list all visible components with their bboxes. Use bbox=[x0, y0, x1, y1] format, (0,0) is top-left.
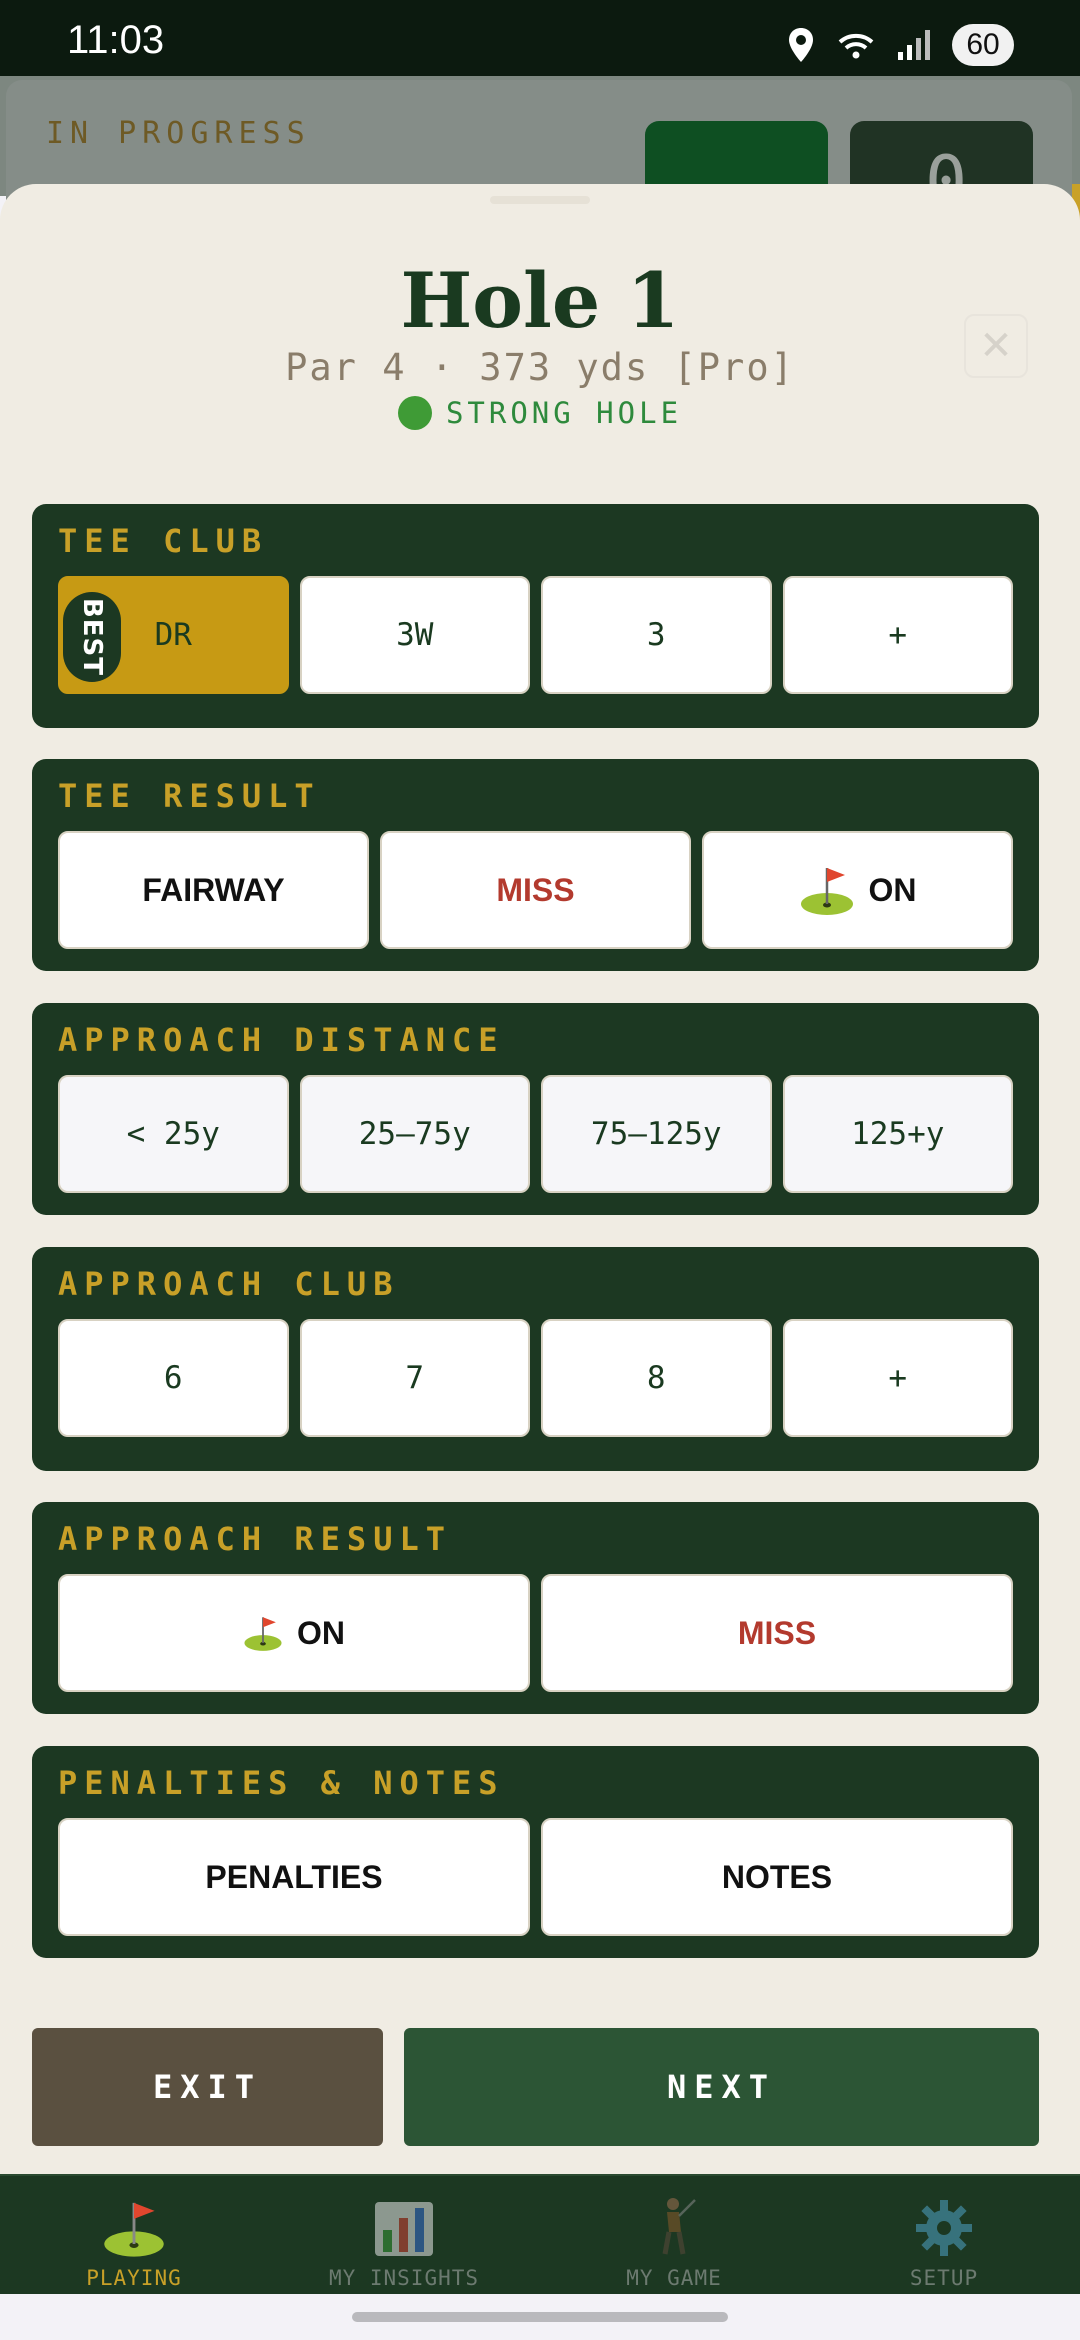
exit-button[interactable]: EXIT bbox=[32, 2028, 383, 2146]
tee-result-miss[interactable]: MISS bbox=[380, 831, 691, 949]
approach-result-section: APPROACH RESULT ON MISS bbox=[32, 1502, 1039, 1714]
option-label: 125+y bbox=[851, 1116, 945, 1152]
nav-item-my-game[interactable]: MY GAME bbox=[574, 2194, 774, 2290]
hole-sheet: ✕ Hole 1 Par 4 · 373 yds [Pro] STRONG HO… bbox=[0, 184, 1080, 2194]
option-label: 3 bbox=[646, 617, 666, 653]
approach-result-miss[interactable]: MISS bbox=[541, 1574, 1013, 1692]
penalties-notes-section: PENALTIES & NOTES PENALTIES NOTES bbox=[32, 1746, 1039, 1958]
approach-club-option-add[interactable]: + bbox=[782, 1319, 1013, 1437]
option-label: 8 bbox=[646, 1360, 666, 1396]
approach-distance-section: APPROACH DISTANCE < 25y 25–75y 75–125y 1… bbox=[32, 1003, 1039, 1215]
hole-subtitle: Par 4 · 373 yds [Pro] bbox=[285, 346, 795, 389]
tee-club-option-add[interactable]: + bbox=[782, 576, 1013, 694]
location-icon bbox=[789, 28, 813, 62]
nav-label: SETUP bbox=[909, 2266, 979, 2290]
golf-flag-icon bbox=[34, 2194, 234, 2258]
option-label: DR bbox=[154, 617, 192, 653]
hole-status: STRONG HOLE bbox=[0, 396, 1080, 430]
status-time: 11:03 bbox=[67, 18, 165, 62]
distance-option-125-plus[interactable]: 125+y bbox=[782, 1075, 1013, 1193]
tee-result-options: FAIRWAY MISS ON bbox=[58, 831, 1013, 949]
approach-club-option-7[interactable]: 7 bbox=[299, 1319, 530, 1437]
plus-icon: + bbox=[888, 1360, 908, 1396]
section-label: PENALTIES & NOTES bbox=[58, 1764, 505, 1802]
approach-distance-options: < 25y 25–75y 75–125y 125+y bbox=[58, 1075, 1013, 1193]
option-label: < 25y bbox=[126, 1116, 220, 1152]
tee-result-fairway[interactable]: FAIRWAY bbox=[58, 831, 369, 949]
golfer-icon bbox=[574, 2194, 774, 2258]
bottom-nav: PLAYING MY INSIGHTS MY GAME SETUP bbox=[0, 2174, 1080, 2294]
tee-club-option-dr[interactable]: BEST DR bbox=[58, 576, 289, 694]
nav-label: MY INSIGHTS bbox=[328, 2266, 480, 2290]
option-label: PENALTIES bbox=[205, 1858, 383, 1895]
wifi-icon bbox=[838, 33, 874, 59]
section-label: TEE CLUB bbox=[58, 522, 269, 560]
plus-icon: + bbox=[888, 617, 908, 653]
approach-club-section: APPROACH CLUB 6 7 8 + bbox=[32, 1247, 1039, 1471]
distance-option-75-125[interactable]: 75–125y bbox=[541, 1075, 772, 1193]
status-icons: 60 bbox=[788, 24, 1014, 66]
green-dot-icon bbox=[397, 396, 432, 430]
option-label: 75–125y bbox=[590, 1116, 722, 1152]
section-label: APPROACH CLUB bbox=[58, 1265, 400, 1303]
option-label: MISS bbox=[737, 1614, 817, 1651]
option-label: ON bbox=[868, 871, 917, 908]
notes-button[interactable]: NOTES bbox=[541, 1818, 1013, 1936]
nav-item-setup[interactable]: SETUP bbox=[844, 2194, 1044, 2290]
option-label: ON bbox=[297, 1614, 345, 1651]
distance-option-under-25[interactable]: < 25y bbox=[58, 1075, 289, 1193]
best-badge: BEST bbox=[63, 592, 121, 682]
nav-label: MY GAME bbox=[626, 2266, 722, 2290]
approach-result-options: ON MISS bbox=[58, 1574, 1013, 1692]
section-label: TEE RESULT bbox=[58, 777, 321, 815]
option-label: MISS bbox=[496, 871, 575, 908]
penalties-notes-options: PENALTIES NOTES bbox=[58, 1818, 1013, 1936]
option-label: 25–75y bbox=[358, 1116, 471, 1152]
tee-club-section: TEE CLUB BEST DR 3W 3 + bbox=[32, 504, 1039, 728]
background-status-label: IN PROGRESS bbox=[46, 116, 311, 151]
bar-chart-icon bbox=[304, 2194, 504, 2258]
status-bar: 11:03 60 bbox=[0, 0, 1080, 76]
golf-flag-icon bbox=[799, 864, 855, 916]
hole-status-text: STRONG HOLE bbox=[445, 396, 683, 430]
page-title: Hole 1 bbox=[400, 256, 680, 345]
tee-club-options: BEST DR 3W 3 + bbox=[58, 576, 1013, 694]
section-label: APPROACH DISTANCE bbox=[58, 1021, 505, 1059]
gear-icon bbox=[844, 2194, 1044, 2258]
distance-option-25-75[interactable]: 25–75y bbox=[299, 1075, 530, 1193]
golf-flag-icon bbox=[243, 1614, 283, 1652]
home-indicator[interactable] bbox=[352, 2312, 728, 2322]
tee-result-on[interactable]: ON bbox=[702, 831, 1013, 949]
sheet-handle[interactable] bbox=[490, 196, 590, 204]
nav-item-playing[interactable]: PLAYING bbox=[34, 2194, 234, 2290]
option-label: FAIRWAY bbox=[142, 871, 285, 908]
background-screen: IN PROGRESS 0 bbox=[0, 76, 1080, 241]
tee-club-option-3[interactable]: 3 bbox=[541, 576, 772, 694]
option-label: NOTES bbox=[721, 1858, 833, 1895]
tee-club-option-3w[interactable]: 3W bbox=[299, 576, 530, 694]
nav-label: PLAYING bbox=[86, 2266, 182, 2290]
approach-result-on[interactable]: ON bbox=[58, 1574, 530, 1692]
best-badge-text: BEST bbox=[77, 597, 108, 677]
section-label: APPROACH RESULT bbox=[58, 1520, 452, 1558]
nav-item-my-insights[interactable]: MY INSIGHTS bbox=[304, 2194, 504, 2290]
option-label: 6 bbox=[163, 1360, 183, 1396]
option-label: 3W bbox=[396, 617, 434, 653]
option-label: 7 bbox=[405, 1360, 425, 1396]
next-button[interactable]: NEXT bbox=[404, 2028, 1039, 2146]
approach-club-option-6[interactable]: 6 bbox=[58, 1319, 289, 1437]
battery-indicator: 60 bbox=[952, 24, 1014, 66]
tee-result-section: TEE RESULT FAIRWAY MISS ON bbox=[32, 759, 1039, 971]
signal-icon bbox=[898, 30, 930, 60]
approach-club-option-8[interactable]: 8 bbox=[541, 1319, 772, 1437]
penalties-button[interactable]: PENALTIES bbox=[58, 1818, 530, 1936]
approach-club-options: 6 7 8 + bbox=[58, 1319, 1013, 1437]
